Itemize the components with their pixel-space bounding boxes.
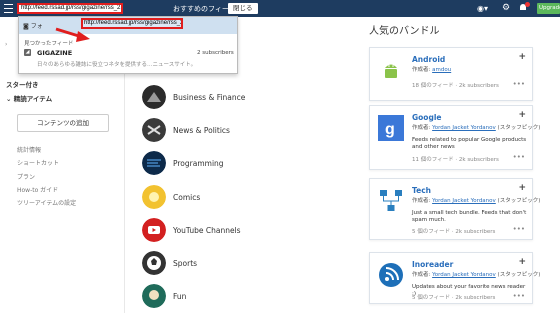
dropdown-follow-row[interactable]: ◙ フォ http://feed.rssad.jp/rss/gigazine/r… [19, 17, 237, 34]
topic-label: Comics [173, 193, 201, 202]
dropdown-url-suggestion[interactable]: http://feed.rssad.jp/rss/gigazine/rss_2.… [81, 18, 183, 29]
collapse-arrow-icon[interactable]: › [5, 41, 7, 48]
sidebar-item-label: 精読アイテム [13, 95, 53, 103]
bundle-author: 作成者: amdou [412, 67, 452, 73]
bundle-author-link[interactable]: Yordan Jacket Yordanov [432, 272, 496, 278]
more-options-icon[interactable]: ••• [513, 80, 525, 88]
add-bundle-button[interactable]: + [518, 52, 526, 62]
google-icon: g [378, 115, 404, 141]
bundle-title[interactable]: Tech [412, 186, 431, 195]
news-topic-icon [142, 118, 166, 142]
bundle-card-google[interactable]: g Google 作成者: Yordan Jacket Yordanov (スタ… [369, 105, 540, 170]
recommended-feeds-link[interactable]: おすすめのフィード [173, 4, 236, 14]
top-bar: http://feed.rssad.jp/rss/gigazine/rss_2.… [0, 0, 560, 17]
popular-bundles-heading: 人気のバンドル [369, 26, 440, 37]
feed-result-description: 日々のあらゆる雑誌に役立つネタを提供する…ニュースサイト。 [37, 62, 197, 68]
bundle-author-link[interactable]: amdou [432, 67, 451, 73]
svg-text:g: g [385, 121, 395, 138]
sidebar-link-shortcuts[interactable]: ショートカット [17, 158, 59, 167]
sidebar-link-plans[interactable]: プラン [17, 172, 35, 181]
topic-comics[interactable]: Comics [142, 185, 342, 211]
bundle-author: 作成者: Yordan Jacket Yordanov (スタッフピック) [412, 272, 541, 278]
bundle-card-android[interactable]: Android 作成者: amdou 18 個のフィード · 2k subscr… [369, 47, 533, 101]
android-icon [378, 57, 404, 83]
more-options-icon[interactable]: ••• [513, 292, 525, 300]
topic-news-politics[interactable]: News & Politics [142, 118, 342, 144]
topic-youtube-channels[interactable]: YouTube Channels [142, 218, 342, 244]
close-button[interactable]: 閉じる [228, 3, 258, 14]
fun-topic-icon [142, 284, 166, 308]
add-bundle-button[interactable]: + [518, 110, 526, 120]
notification-bell-icon[interactable] [519, 2, 530, 12]
sidebar-link-stats[interactable]: 統計情報 [17, 145, 41, 154]
topic-label: Business & Finance [173, 93, 246, 102]
sports-topic-icon [142, 251, 166, 275]
bundle-title[interactable]: Google [412, 113, 442, 122]
follow-label: ◙ フォ [23, 23, 43, 30]
bundle-description: Feeds related to popular Google products… [412, 137, 527, 150]
sidebar-link-tree-settings[interactable]: ツリーアイテムの設定 [17, 198, 76, 207]
chevron-down-icon: ⌄ [6, 95, 14, 103]
topic-business-finance[interactable]: Business & Finance [142, 85, 342, 111]
topic-fun[interactable]: Fun [142, 284, 342, 310]
bundle-card-inoreader[interactable]: Inoreader 作成者: Yordan Jacket Yordanov (ス… [369, 252, 540, 304]
youtube-topic-icon [142, 218, 166, 242]
bundle-meta: 5 個のフィード · 2k subscribers [412, 295, 496, 301]
hamburger-menu-icon[interactable] [4, 4, 13, 13]
bundle-description: Just a small tech bundle. Feeds that don… [412, 210, 527, 223]
eye-icon[interactable]: ◉▾ [477, 5, 488, 13]
add-content-button[interactable]: コンテンツの追加 [17, 114, 109, 132]
bundle-author: 作成者: Yordan Jacket Yordanov (スタッフピック) [412, 125, 541, 131]
bundle-author-link[interactable]: Yordan Jacket Yordanov [432, 198, 496, 204]
topic-label: News & Politics [173, 126, 230, 135]
network-icon [378, 188, 404, 214]
gear-icon[interactable]: ⚙ [502, 3, 510, 13]
more-options-icon[interactable]: ••• [513, 225, 525, 233]
rss-feed-icon: ◢ [24, 49, 31, 56]
feed-result-name[interactable]: GIGAZINE [37, 49, 72, 57]
topic-label: YouTube Channels [173, 226, 241, 235]
business-topic-icon [142, 85, 166, 109]
bundle-card-tech[interactable]: Tech 作成者: Yordan Jacket Yordanov (スタッフピッ… [369, 178, 540, 240]
bundle-meta: 18 個のフィード · 2k subscribers [412, 83, 499, 89]
bundle-meta: 11 個のフィード · 2k subscribers [412, 157, 499, 163]
topic-programming[interactable]: Programming [142, 151, 342, 177]
bundle-title[interactable]: Android [412, 55, 445, 64]
notification-badge [525, 2, 530, 7]
add-bundle-button[interactable]: + [518, 257, 526, 267]
bundle-author-link[interactable]: Yordan Jacket Yordanov [432, 125, 496, 131]
found-feeds-heading: 見つかったフィード [24, 41, 74, 47]
topic-label: Programming [173, 159, 224, 168]
bundle-meta: 5 個のフィード · 2k subscribers [412, 229, 496, 235]
inoreader-icon [378, 262, 404, 288]
topic-label: Fun [173, 292, 187, 301]
upgrade-button[interactable]: Upgrade [537, 3, 560, 14]
subscribe-url-input[interactable]: http://feed.rssad.jp/rss/gigazine/rss_2.… [17, 3, 123, 14]
rss-icon: ◙ [23, 23, 31, 30]
bundle-title[interactable]: Inoreader [412, 260, 453, 269]
add-bundle-button[interactable]: + [518, 183, 526, 193]
sidebar-item-starred[interactable]: スター付き [6, 79, 39, 89]
topic-sports[interactable]: Sports [142, 251, 342, 277]
feed-result-subscribers: 2 subscribers [197, 50, 234, 56]
topic-label: Sports [173, 259, 198, 268]
programming-topic-icon [142, 151, 166, 175]
more-options-icon[interactable]: ••• [513, 153, 525, 161]
sidebar-item-read-later[interactable]: ⌄ 精読アイテム [6, 93, 52, 103]
feed-search-dropdown: ◙ フォ http://feed.rssad.jp/rss/gigazine/r… [18, 16, 238, 74]
comics-topic-icon [142, 185, 166, 209]
bundle-author: 作成者: Yordan Jacket Yordanov (スタッフピック) [412, 198, 541, 204]
sidebar-link-howto[interactable]: How-to ガイド [17, 185, 58, 194]
